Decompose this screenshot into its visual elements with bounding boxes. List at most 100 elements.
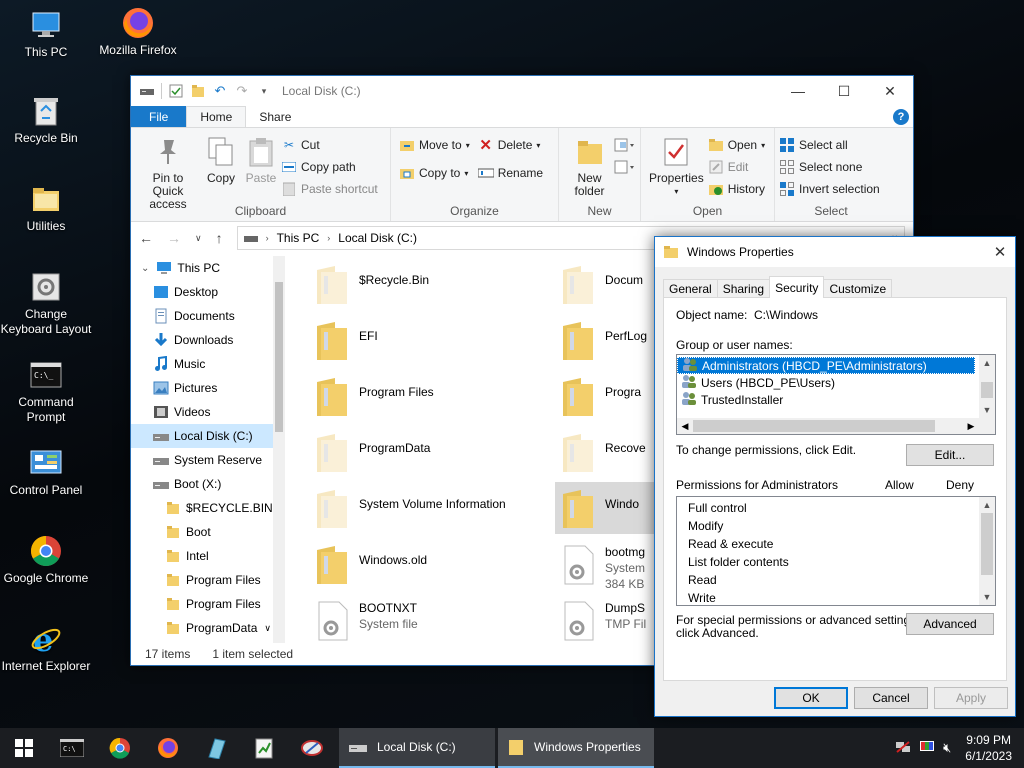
user-list-item[interactable]: Users (HBCD_PE\Users) xyxy=(677,374,975,391)
chrome-icon[interactable] xyxy=(96,728,144,768)
properties-quick-icon[interactable] xyxy=(168,83,184,99)
desktop-icon-command-prompt[interactable]: C:\_ Command Prompt xyxy=(0,358,92,425)
nav-scrollbar[interactable] xyxy=(273,256,285,643)
folder-item[interactable]: System Volume Information xyxy=(309,482,559,534)
nav-item[interactable]: Program Files xyxy=(131,592,273,616)
folder-item[interactable]: Progra xyxy=(555,370,665,422)
customize-toolbar-icon[interactable]: ▾ xyxy=(256,83,272,99)
tab-file[interactable]: File xyxy=(131,106,187,127)
desktop-icon-internet-explorer[interactable]: e Internet Explorer xyxy=(0,622,92,674)
scroll-down-icon[interactable]: ∨ xyxy=(264,623,271,634)
scrollbar-thumb[interactable] xyxy=(981,513,993,575)
folder-item[interactable]: Windows.old xyxy=(309,538,559,590)
taskbar-properties-window[interactable]: Windows Properties xyxy=(498,728,654,768)
permissions-list[interactable]: Full control Modify Read & execute List fol… xyxy=(676,496,996,606)
chevron-down-icon[interactable]: ⌄ xyxy=(141,263,149,274)
nav-item[interactable]: Boot (X:) xyxy=(131,472,273,496)
folder-item[interactable]: Recove xyxy=(555,426,665,478)
nav-item[interactable]: Local Disk (C:) xyxy=(131,424,273,448)
close-icon[interactable]: ✕ xyxy=(867,76,913,106)
tool-icon[interactable] xyxy=(288,728,336,768)
desktop-icon-mozilla-firefox[interactable]: Mozilla Firefox xyxy=(92,6,184,58)
rename-button[interactable]: Rename xyxy=(477,164,543,182)
nav-scrollbar-thumb[interactable] xyxy=(275,282,283,432)
nav-item[interactable]: Documents xyxy=(131,304,273,328)
copy-to-button[interactable]: Copy to ▾ xyxy=(399,164,470,182)
user-list-vscroll[interactable]: ▲ ▼ xyxy=(979,355,995,434)
scroll-left-icon[interactable]: ◀ xyxy=(677,418,693,434)
nav-item[interactable]: System Reserve xyxy=(131,448,273,472)
help-icon[interactable]: ? xyxy=(893,108,909,125)
tab-share[interactable]: Share xyxy=(246,106,304,127)
user-list[interactable]: Administrators (HBCD_PE\Administrators) U… xyxy=(676,354,996,435)
invert-selection-button[interactable]: Invert selection xyxy=(779,180,880,198)
minimize-icon[interactable]: — xyxy=(775,76,821,106)
nav-item[interactable]: Program Files xyxy=(131,568,273,592)
new-folder-quick-icon[interactable] xyxy=(190,83,206,99)
scroll-down-icon[interactable]: ▼ xyxy=(979,589,995,605)
tab-sharing[interactable]: Sharing xyxy=(716,279,771,298)
file-item[interactable]: BOOTNXT System file xyxy=(309,594,559,643)
delete-button[interactable]: ✕ Delete ▾ xyxy=(478,136,543,154)
copy-path-button[interactable]: Copy path xyxy=(281,158,378,176)
breadcrumb-this-pc[interactable]: This PC xyxy=(277,231,320,245)
cut-button[interactable]: ✂ Cut xyxy=(281,136,378,154)
desktop-icon-control-panel[interactable]: Control Panel xyxy=(0,446,92,498)
tab-customize[interactable]: Customize xyxy=(823,279,893,298)
nav-item[interactable]: $RECYCLE.BIN xyxy=(131,496,273,520)
nav-item[interactable]: ⌄ This PC xyxy=(131,256,273,280)
folder-item[interactable]: Docum xyxy=(555,258,665,310)
start-icon[interactable] xyxy=(0,728,48,768)
desktop-icon-change-keyboard-layout[interactable]: Change Keyboard Layout xyxy=(0,270,92,337)
network-tray-icon[interactable] xyxy=(895,740,911,757)
desktop-icon-recycle-bin[interactable]: Recycle Bin xyxy=(0,94,92,146)
history-button[interactable]: History xyxy=(708,180,765,198)
display-tray-icon[interactable] xyxy=(919,740,935,757)
select-all-button[interactable]: Select all xyxy=(779,136,880,154)
desktop-icon-utilities[interactable]: Utilities xyxy=(0,182,92,234)
nav-item[interactable]: Desktop xyxy=(131,280,273,304)
folder-item[interactable]: Program Files xyxy=(309,370,559,422)
folder-item[interactable]: PerfLog xyxy=(555,314,665,366)
breadcrumb-local-disk[interactable]: Local Disk (C:) xyxy=(338,231,417,245)
folder-item[interactable]: ProgramData xyxy=(309,426,559,478)
nav-item[interactable]: Pictures xyxy=(131,376,273,400)
firefox-icon[interactable] xyxy=(144,728,192,768)
editor-icon[interactable] xyxy=(240,728,288,768)
taskbar-explorer-window[interactable]: Local Disk (C:) xyxy=(339,728,495,768)
easy-access-icon[interactable] xyxy=(614,158,636,176)
move-to-button[interactable]: Move to ▾ xyxy=(399,136,470,154)
user-list-item[interactable]: TrustedInstaller xyxy=(677,391,975,408)
scroll-up-icon[interactable]: ▲ xyxy=(979,355,995,371)
user-list-hscroll[interactable]: ◀ ▶ xyxy=(677,418,979,434)
recent-locations-icon[interactable]: ∨ xyxy=(195,233,202,244)
nav-item[interactable]: Music xyxy=(131,352,273,376)
edit-button[interactable]: Edit xyxy=(708,158,765,176)
tab-home[interactable]: Home xyxy=(186,106,247,127)
edit-permissions-button[interactable]: Edit... xyxy=(906,444,994,466)
scrollbar-thumb[interactable] xyxy=(981,382,993,398)
close-icon[interactable]: ✕ xyxy=(985,243,1015,261)
select-none-button[interactable]: Select none xyxy=(779,158,880,176)
command-prompt-icon[interactable]: C:\ xyxy=(48,728,96,768)
tab-security[interactable]: Security xyxy=(769,276,825,298)
scroll-down-icon[interactable]: ▼ xyxy=(979,402,995,418)
folder-item[interactable]: Windo xyxy=(555,482,665,534)
nav-item[interactable]: Videos xyxy=(131,400,273,424)
apply-button[interactable]: Apply xyxy=(934,687,1008,709)
user-list-item[interactable]: Administrators (HBCD_PE\Administrators) xyxy=(677,357,975,374)
desktop-icon-google-chrome[interactable]: Google Chrome xyxy=(0,534,92,586)
clock[interactable]: 9:09 PM 6/1/2023 xyxy=(965,732,1012,764)
scroll-up-icon[interactable]: ▲ xyxy=(979,497,995,513)
nav-item[interactable]: Intel xyxy=(131,544,273,568)
notepad-icon[interactable] xyxy=(192,728,240,768)
maximize-icon[interactable]: ☐ xyxy=(821,76,867,106)
nav-item[interactable]: Downloads xyxy=(131,328,273,352)
back-icon[interactable]: ← xyxy=(139,230,153,246)
ok-button[interactable]: OK xyxy=(774,687,848,709)
permissions-vscroll[interactable]: ▲ ▼ xyxy=(979,497,995,605)
scroll-right-icon[interactable]: ▶ xyxy=(963,418,979,434)
new-item-icon[interactable] xyxy=(614,136,636,154)
folder-item[interactable]: EFI xyxy=(309,314,559,366)
undo-icon[interactable]: ↶ xyxy=(212,83,228,99)
